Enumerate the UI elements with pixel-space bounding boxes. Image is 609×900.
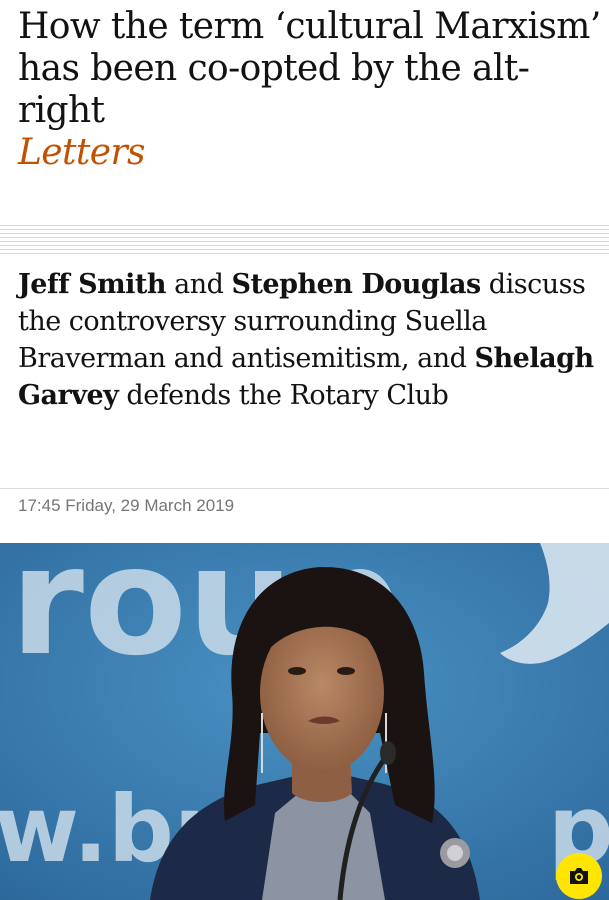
series-label[interactable]: Letters [18,132,603,174]
camera-button[interactable] [556,853,602,899]
headline-text: How the term ‘cultural Marxism’ has been… [18,6,601,131]
standfirst-text: and [166,269,232,300]
article-photo: roup w.br p [0,543,609,900]
publication-dateline: 17:45 Friday, 29 March 2019 [18,496,235,515]
section-divider-rules [0,225,609,255]
photo-illustration: roup w.br p [0,543,609,900]
standfirst: Jeff Smith and Stephen Douglas discuss t… [18,266,598,414]
camera-icon [570,868,588,884]
standfirst-text: defends the Rotary Club [118,380,449,411]
dateline-divider [0,488,609,489]
author-name: Jeff Smith [18,269,167,300]
author-name: Stephen Douglas [231,269,481,300]
article-headline: How the term ‘cultural Marxism’ has been… [18,6,603,174]
